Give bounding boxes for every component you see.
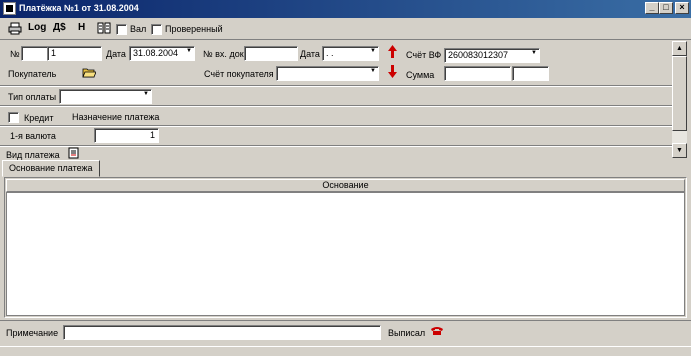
toolbar: Log Д$ Н Вал Проверенный [0, 18, 691, 40]
app-icon [3, 2, 16, 15]
credit-label: Кредит [24, 113, 54, 123]
date-field[interactable]: 31.08.2004 ▼ [129, 46, 195, 61]
chevron-down-icon[interactable]: ▼ [186, 48, 192, 54]
grid-column-header[interactable]: Основание [6, 179, 685, 192]
title-bar: Платёжка №1 от 31.08.2004 _ □ × [0, 0, 691, 18]
scroll-down-icon[interactable]: ▼ [672, 143, 687, 158]
separator [0, 126, 672, 127]
number-label: № [10, 49, 20, 59]
printer-icon[interactable] [8, 22, 22, 37]
folder-open-icon[interactable] [82, 66, 97, 80]
separator [0, 86, 672, 87]
tab-payment-basis[interactable]: Основание платежа [2, 160, 100, 177]
currency-label: 1-я валюта [10, 131, 56, 141]
bottom-bar: Примечание Выписал [0, 320, 691, 346]
currency-field[interactable]: 1 [94, 128, 159, 143]
val-checkbox[interactable] [116, 24, 127, 35]
note-label: Примечание [6, 328, 59, 338]
date-value: 31.08.2004 [133, 48, 179, 58]
checked-label: Проверенный [165, 24, 223, 34]
buyer-label: Покупатель [8, 69, 57, 79]
book-icon[interactable] [97, 22, 111, 36]
separator [0, 106, 672, 107]
credit-checkbox[interactable] [8, 112, 19, 123]
h-button[interactable]: Н [78, 22, 85, 33]
status-bar [0, 346, 691, 356]
date2-label: Дата [300, 49, 320, 59]
purpose-label[interactable]: Назначение платежа [72, 112, 159, 122]
note-field[interactable] [63, 325, 381, 340]
incoming-doc-field[interactable] [244, 46, 298, 61]
chevron-down-icon[interactable]: ▼ [531, 50, 537, 56]
invoice-account-field[interactable]: 260083012307 ▼ [444, 48, 540, 63]
scroll-up-icon[interactable]: ▲ [672, 41, 687, 56]
issued-label: Выписал [388, 328, 426, 338]
date-label: Дата [106, 49, 126, 59]
separator [0, 146, 672, 147]
document-icon[interactable] [68, 147, 79, 161]
buyer-account-label: Счёт покупателя [204, 69, 274, 79]
arrow-down-icon[interactable] [388, 65, 397, 80]
payment-kind-label: Вид платежа [6, 150, 60, 160]
checked-checkbox[interactable] [151, 24, 162, 35]
vertical-scrollbar[interactable]: ▲ ▼ [672, 41, 687, 158]
invoice-account-value: 260083012307 [448, 50, 509, 60]
number-field[interactable]: 1 [47, 46, 102, 61]
buyer-account-field[interactable]: ▼ [276, 66, 379, 81]
chevron-down-icon[interactable]: ▼ [143, 91, 149, 97]
payment-type-label: Тип оплаты [8, 92, 57, 102]
scroll-thumb[interactable] [672, 56, 687, 131]
maximize-button[interactable]: □ [659, 2, 673, 14]
chevron-down-icon[interactable]: ▼ [370, 48, 376, 54]
phone-icon[interactable] [430, 326, 444, 338]
grid-body[interactable] [6, 192, 685, 316]
ds-button[interactable]: Д$ [53, 22, 66, 33]
log-button[interactable]: Log [28, 22, 46, 33]
invoice-account-label: Счёт ВФ [406, 50, 442, 60]
payment-type-field[interactable]: ▼ [59, 89, 152, 104]
arrow-up-icon[interactable] [388, 45, 397, 60]
number-prefix-field[interactable] [21, 46, 48, 61]
close-button[interactable]: × [675, 2, 689, 14]
incoming-doc-label: № вх. док [203, 49, 244, 59]
window-title: Платёжка №1 от 31.08.2004 [19, 3, 139, 13]
sum-field-1[interactable] [444, 66, 511, 81]
date2-field[interactable]: . . ▼ [322, 46, 379, 61]
date2-value: . . [326, 48, 334, 58]
chevron-down-icon[interactable]: ▼ [370, 68, 376, 74]
minimize-button[interactable]: _ [645, 2, 659, 14]
val-label: Вал [130, 24, 147, 34]
sum-field-2[interactable] [512, 66, 549, 81]
sum-label: Сумма [406, 70, 435, 80]
